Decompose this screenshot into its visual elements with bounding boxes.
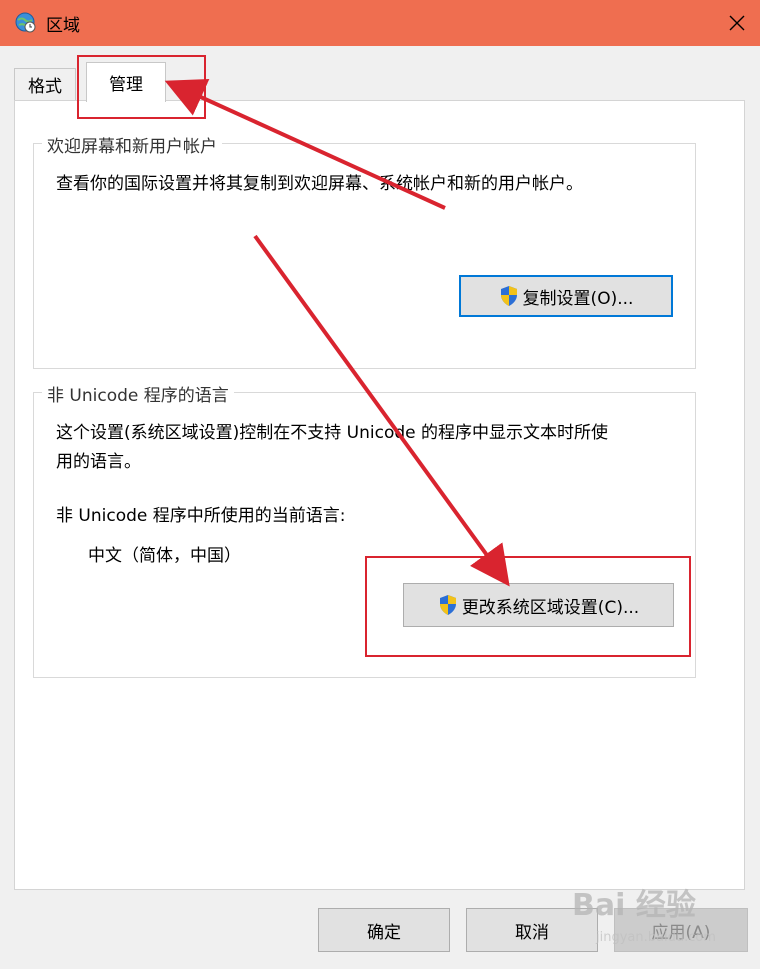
- title-bar: 区域: [0, 0, 760, 46]
- non-unicode-legend: 非 Unicode 程序的语言: [42, 381, 234, 406]
- non-unicode-description-line2: 用的语言。: [56, 452, 141, 472]
- globe-clock-icon: [15, 12, 36, 33]
- ok-label: 确定: [367, 922, 401, 943]
- tab-format-label: 格式: [28, 77, 62, 97]
- uac-shield-icon: [439, 595, 456, 615]
- current-language-label: 非 Unicode 程序中所使用的当前语言:: [56, 506, 346, 526]
- baidu-watermark: Bai 经验: [572, 888, 696, 923]
- close-button[interactable]: [714, 0, 760, 46]
- welcome-group-legend: 欢迎屏幕和新用户帐户: [42, 132, 222, 157]
- ok-button[interactable]: 确定: [318, 908, 450, 952]
- copy-settings-label: 复制设置(O)...: [522, 288, 634, 309]
- welcome-description: 查看你的国际设置并将其复制到欢迎屏幕、系统帐户和新的用户帐户。: [56, 174, 583, 194]
- change-system-locale-button[interactable]: 更改系统区域设置(C)...: [403, 583, 674, 627]
- tab-format[interactable]: 格式: [14, 68, 76, 100]
- cancel-label: 取消: [515, 922, 549, 943]
- baidu-watermark-url: jingyan.baidu.com: [596, 930, 716, 945]
- tab-administrative-label: 管理: [109, 75, 143, 95]
- current-language-value: 中文（简体，中国）: [88, 546, 241, 566]
- close-icon: [729, 15, 745, 31]
- tab-administrative[interactable]: 管理: [86, 62, 166, 102]
- non-unicode-group: 非 Unicode 程序的语言 这个设置(系统区域设置)控制在不支持 Unico…: [33, 381, 696, 678]
- non-unicode-description-line1: 这个设置(系统区域设置)控制在不支持 Unicode 的程序中显示文本时所使: [56, 423, 609, 443]
- welcome-screen-group: 欢迎屏幕和新用户帐户 查看你的国际设置并将其复制到欢迎屏幕、系统帐户和新的用户帐…: [33, 132, 696, 369]
- change-system-locale-label: 更改系统区域设置(C)...: [461, 597, 640, 618]
- uac-shield-icon: [500, 286, 517, 306]
- window-title: 区域: [46, 16, 80, 36]
- copy-settings-button[interactable]: 复制设置(O)...: [459, 275, 673, 317]
